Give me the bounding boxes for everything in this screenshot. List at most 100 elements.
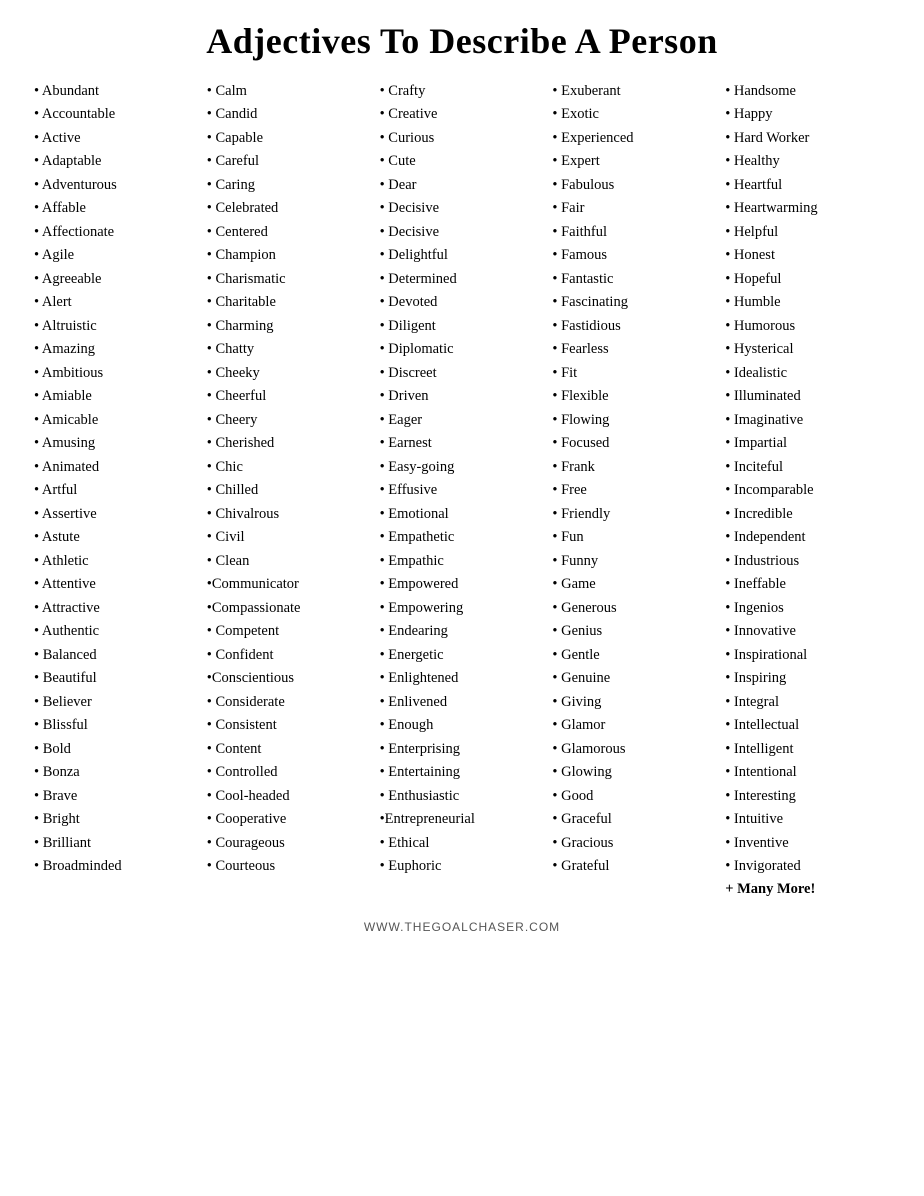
list-item: • Believer <box>34 691 199 714</box>
list-item: • Enlightened <box>380 667 545 690</box>
list-item: • Idealistic <box>725 362 890 385</box>
list-item: • Grateful <box>552 855 717 878</box>
list-item: • Intellectual <box>725 714 890 737</box>
list-item: • Friendly <box>552 503 717 526</box>
list-item: • Entertaining <box>380 761 545 784</box>
list-item: • Ingenios <box>725 597 890 620</box>
list-item: • Independent <box>725 526 890 549</box>
list-item: • Brilliant <box>34 832 199 855</box>
list-item: • Controlled <box>207 761 372 784</box>
list-item: • Bonza <box>34 761 199 784</box>
list-item: • Exuberant <box>552 80 717 103</box>
list-item: • Integral <box>725 691 890 714</box>
list-item: • Experienced <box>552 127 717 150</box>
list-item: • Ambitious <box>34 362 199 385</box>
list-item: • Content <box>207 738 372 761</box>
list-item: • Funny <box>552 550 717 573</box>
page-title: Adjectives To Describe A Person <box>30 20 894 62</box>
list-item: • Discreet <box>380 362 545 385</box>
list-item: • Faithful <box>552 221 717 244</box>
list-item: • Empowered <box>380 573 545 596</box>
list-item: • Charming <box>207 315 372 338</box>
list-item: • Brave <box>34 785 199 808</box>
list-item: • Fantastic <box>552 268 717 291</box>
list-item: • Cherished <box>207 432 372 455</box>
list-item: • Charitable <box>207 291 372 314</box>
list-item: • Healthy <box>725 150 890 173</box>
list-item: • Glamorous <box>552 738 717 761</box>
list-item: • Authentic <box>34 620 199 643</box>
list-item: • Giving <box>552 691 717 714</box>
list-item: • Bright <box>34 808 199 831</box>
columns-wrapper: • Abundant• Accountable• Active• Adaptab… <box>30 80 894 902</box>
list-item: • Fun <box>552 526 717 549</box>
list-item: • Famous <box>552 244 717 267</box>
list-item: • Civil <box>207 526 372 549</box>
list-item: • Fascinating <box>552 291 717 314</box>
list-item: • Empathetic <box>380 526 545 549</box>
list-item: • Graceful <box>552 808 717 831</box>
list-item: • Inspirational <box>725 644 890 667</box>
list-item: • Delightful <box>380 244 545 267</box>
list-item: • Impartial <box>725 432 890 455</box>
list-item: • Dear <box>380 174 545 197</box>
list-item: • Bold <box>34 738 199 761</box>
list-item: • Adaptable <box>34 150 199 173</box>
list-item: • Helpful <box>725 221 890 244</box>
list-item: • Active <box>34 127 199 150</box>
list-item: • Charismatic <box>207 268 372 291</box>
list-item: • Chivalrous <box>207 503 372 526</box>
list-item: • Emotional <box>380 503 545 526</box>
list-item: • Good <box>552 785 717 808</box>
list-item: • Interesting <box>725 785 890 808</box>
list-item: • Intuitive <box>725 808 890 831</box>
list-item: • Diligent <box>380 315 545 338</box>
list-item: • Chilled <box>207 479 372 502</box>
list-item: • Clean <box>207 550 372 573</box>
list-item: • Heartwarming <box>725 197 890 220</box>
list-item: • Devoted <box>380 291 545 314</box>
list-item: • Decisive <box>380 221 545 244</box>
list-item: • Inciteful <box>725 456 890 479</box>
list-item: • Enthusiastic <box>380 785 545 808</box>
column-col5: • Handsome• Happy• Hard Worker• Healthy•… <box>721 80 894 902</box>
list-item: • Artful <box>34 479 199 502</box>
list-item: • Innovative <box>725 620 890 643</box>
list-item: • Competent <box>207 620 372 643</box>
column-col2: • Calm• Candid• Capable• Careful• Caring… <box>203 80 376 902</box>
list-item: • Illuminated <box>725 385 890 408</box>
list-item: • Frank <box>552 456 717 479</box>
list-item: • Diplomatic <box>380 338 545 361</box>
list-item: • Attentive <box>34 573 199 596</box>
list-item: • Determined <box>380 268 545 291</box>
list-item: • Confident <box>207 644 372 667</box>
list-item: • Fearless <box>552 338 717 361</box>
list-item: • Genius <box>552 620 717 643</box>
list-item: • Hysterical <box>725 338 890 361</box>
list-item: • Adventurous <box>34 174 199 197</box>
list-item: • Gentle <box>552 644 717 667</box>
list-item: • Animated <box>34 456 199 479</box>
list-item: • Industrious <box>725 550 890 573</box>
list-item: • Blissful <box>34 714 199 737</box>
list-item: •Compassionate <box>207 597 372 620</box>
list-item: • Generous <box>552 597 717 620</box>
list-item: • Altruistic <box>34 315 199 338</box>
list-item: • Amicable <box>34 409 199 432</box>
list-item: • Crafty <box>380 80 545 103</box>
list-item: • Driven <box>380 385 545 408</box>
list-item: • Champion <box>207 244 372 267</box>
list-item: • Cheery <box>207 409 372 432</box>
list-item: • Affectionate <box>34 221 199 244</box>
list-item: •Communicator <box>207 573 372 596</box>
list-item: • Intentional <box>725 761 890 784</box>
list-item: • Inspiring <box>725 667 890 690</box>
column-col3: • Crafty• Creative• Curious• Cute• Dear•… <box>376 80 549 902</box>
list-item: • Fabulous <box>552 174 717 197</box>
list-item: • Empathic <box>380 550 545 573</box>
list-item: • Glamor <box>552 714 717 737</box>
list-item: • Considerate <box>207 691 372 714</box>
list-item: • Expert <box>552 150 717 173</box>
list-item: • Euphoric <box>380 855 545 878</box>
list-item: • Fair <box>552 197 717 220</box>
